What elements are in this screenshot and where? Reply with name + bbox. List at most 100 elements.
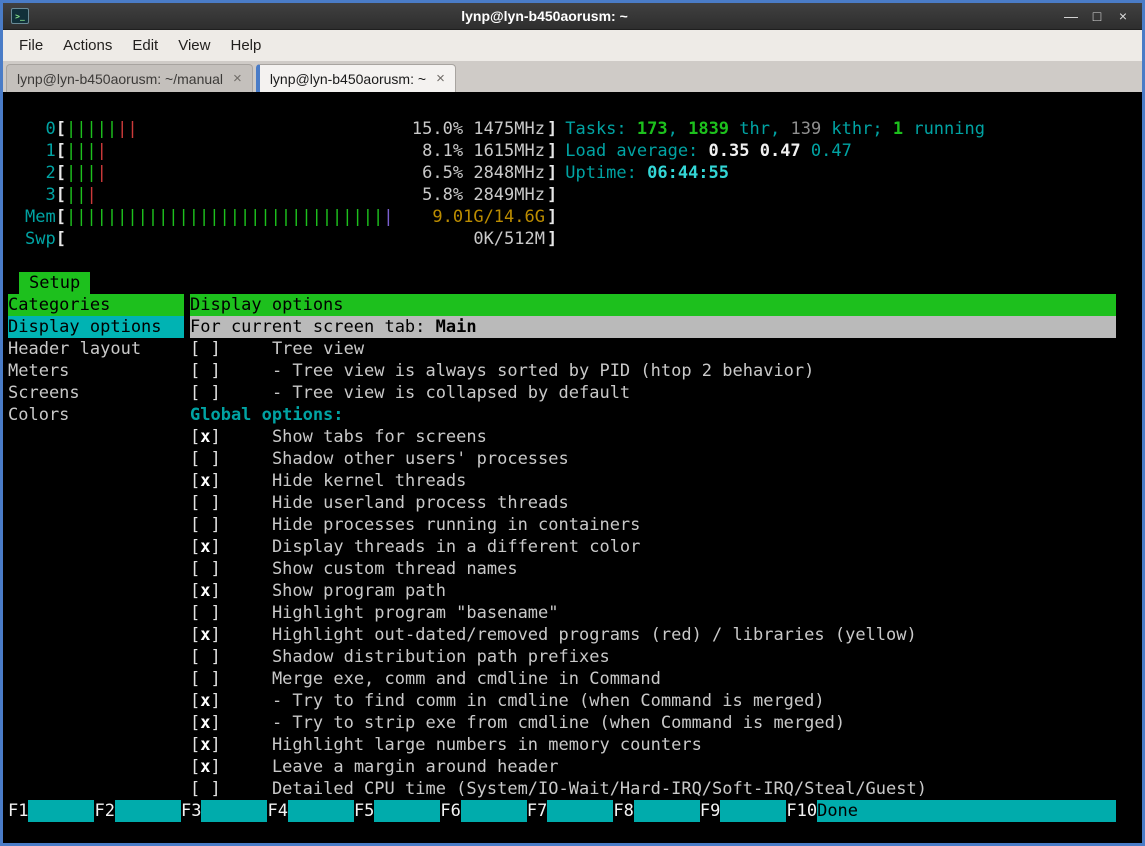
option-hide-userland-process-threads[interactable]: [ ] Hide userland process threads: [190, 492, 1116, 514]
option-try-to-strip-exe-from-cmdline-when-command-is-merged[interactable]: [x] - Try to strip exe from cmdline (whe…: [190, 712, 1116, 734]
fkey-f10[interactable]: F10Done: [786, 800, 1116, 822]
option-show-custom-thread-names[interactable]: [ ] Show custom thread names: [190, 558, 1116, 580]
meter-bar: ||||6.5% 2848MHz: [66, 162, 547, 184]
tab-lynp-lyn-b450aorusm[interactable]: lynp@lyn-b450aorusm: ~×: [256, 64, 456, 92]
option-display-threads-in-a-different-color[interactable]: [x] Display threads in a different color: [190, 536, 1116, 558]
terminal-screen[interactable]: 0[|||||||15.0% 1475MHz]1[||||8.1% 1615MH…: [3, 92, 1142, 843]
fkey-action-label: Done: [817, 800, 1116, 822]
option-tree-view-is-collapsed-by-default[interactable]: [ ] - Tree view is collapsed by default: [190, 382, 1116, 404]
checkbox-checked[interactable]: [x]: [190, 581, 221, 601]
category-colors[interactable]: Colors: [8, 404, 184, 426]
meter-bar-segments: |||: [66, 184, 97, 206]
checkbox-checked[interactable]: [x]: [190, 757, 221, 777]
meter-bar-segments: |||||||: [66, 118, 138, 140]
checkbox-unchecked[interactable]: [ ]: [190, 779, 221, 799]
category-meters[interactable]: Meters: [8, 360, 184, 382]
fkey-f3[interactable]: F3: [181, 800, 267, 822]
checkbox-mark: [200, 559, 210, 579]
option-highlight-large-numbers-in-memory-counters[interactable]: [x] Highlight large numbers in memory co…: [190, 734, 1116, 756]
checkbox-mark: [200, 669, 210, 689]
option-tree-view[interactable]: [ ] Tree view: [190, 338, 1116, 360]
option-label: Display threads in a different color: [272, 537, 640, 557]
terminal-window: >_ lynp@lyn-b450aorusm: ~ — □ × FileActi…: [0, 0, 1145, 846]
meter-label: Swp: [25, 228, 56, 250]
checkbox-unchecked[interactable]: [ ]: [190, 361, 221, 381]
menu-help[interactable]: Help: [220, 32, 271, 59]
fkey-f4[interactable]: F4: [267, 800, 353, 822]
option-merge-exe-comm-and-cmdline-in-command[interactable]: [ ] Merge exe, comm and cmdline in Comma…: [190, 668, 1116, 690]
fkey-f6[interactable]: F6: [440, 800, 526, 822]
option-show-program-path[interactable]: [x] Show program path: [190, 580, 1116, 602]
checkbox-unchecked[interactable]: [ ]: [190, 669, 221, 689]
close-button[interactable]: ×: [1112, 5, 1134, 27]
menu-file[interactable]: File: [9, 32, 53, 59]
tab-close-icon[interactable]: ×: [233, 71, 242, 86]
terminal-icon: >_: [11, 8, 29, 24]
tab-title: lynp@lyn-b450aorusm: ~/manual: [17, 71, 223, 87]
option-label: Show custom thread names: [272, 559, 518, 579]
meter-close-bracket: ]: [547, 141, 557, 161]
menu-actions[interactable]: Actions: [53, 32, 122, 59]
fkey-f9[interactable]: F9: [700, 800, 786, 822]
tab-lynp-lyn-b450aorusm-manual[interactable]: lynp@lyn-b450aorusm: ~/manual ×: [6, 64, 253, 92]
checkbox-checked[interactable]: [x]: [190, 427, 221, 447]
options-header: Display options: [190, 294, 1116, 316]
option-hide-processes-running-in-containers[interactable]: [ ] Hide processes running in containers: [190, 514, 1116, 536]
fkey-f1[interactable]: F1: [8, 800, 94, 822]
fkey-f2[interactable]: F2: [94, 800, 180, 822]
checkbox-unchecked[interactable]: [ ]: [190, 603, 221, 623]
option-tree-view-is-always-sorted-by-pid-htop-2-behavior[interactable]: [ ] - Tree view is always sorted by PID …: [190, 360, 1116, 382]
category-display-options[interactable]: Display options: [8, 316, 184, 338]
option-detailed-cpu-time-system-io-wait-hard-irq-soft-irq-steal-guest[interactable]: [ ] Detailed CPU time (System/IO-Wait/Ha…: [190, 778, 1116, 800]
checkbox-unchecked[interactable]: [ ]: [190, 449, 221, 469]
meter-close-bracket: ]: [547, 229, 557, 249]
checkbox-unchecked[interactable]: [ ]: [190, 647, 221, 667]
option-leave-a-margin-around-header[interactable]: [x] Leave a margin around header: [190, 756, 1116, 778]
tab-close-icon[interactable]: ×: [436, 71, 445, 86]
minimize-button[interactable]: —: [1060, 5, 1082, 27]
checkbox-mark: x: [200, 537, 210, 557]
checkbox-mark: x: [200, 625, 210, 645]
checkbox-checked[interactable]: [x]: [190, 625, 221, 645]
checkbox-unchecked[interactable]: [ ]: [190, 559, 221, 579]
checkbox-mark: x: [200, 581, 210, 601]
menu-edit[interactable]: Edit: [122, 32, 168, 59]
option-shadow-other-users-processes[interactable]: [ ] Shadow other users' processes: [190, 448, 1116, 470]
maximize-button[interactable]: □: [1086, 5, 1108, 27]
fkey-f7[interactable]: F7: [527, 800, 613, 822]
checkbox-checked[interactable]: [x]: [190, 713, 221, 733]
menu-view[interactable]: View: [168, 32, 220, 59]
fkey-f5[interactable]: F5: [354, 800, 440, 822]
checkbox-checked[interactable]: [x]: [190, 735, 221, 755]
menubar: FileActionsEditViewHelp: [3, 30, 1142, 61]
option-highlight-out-dated-removed-programs-red-libraries-yellow[interactable]: [x] Highlight out-dated/removed programs…: [190, 624, 1116, 646]
checkbox-checked[interactable]: [x]: [190, 471, 221, 491]
setup-panels: CategoriesDisplay optionsHeader layoutMe…: [8, 294, 1116, 800]
option-show-tabs-for-screens[interactable]: [x] Show tabs for screens: [190, 426, 1116, 448]
meter-label: 0: [25, 118, 56, 140]
checkbox-unchecked[interactable]: [ ]: [190, 339, 221, 359]
option-hide-kernel-threads[interactable]: [x] Hide kernel threads: [190, 470, 1116, 492]
meter-open-bracket: [: [56, 185, 66, 205]
checkbox-unchecked[interactable]: [ ]: [190, 493, 221, 513]
option-label: - Try to find comm in cmdline (when Comm…: [272, 691, 825, 711]
option-try-to-find-comm-in-cmdline-when-command-is-merged[interactable]: [x] - Try to find comm in cmdline (when …: [190, 690, 1116, 712]
load-average: Load average: 0.35 0.47 0.47: [565, 140, 985, 162]
fkey-f8[interactable]: F8: [613, 800, 699, 822]
checkbox-unchecked[interactable]: [ ]: [190, 515, 221, 535]
checkbox-checked[interactable]: [x]: [190, 537, 221, 557]
setup-tab-label: Setup: [19, 272, 90, 294]
category-screens[interactable]: Screens: [8, 382, 184, 404]
titlebar[interactable]: >_ lynp@lyn-b450aorusm: ~ — □ ×: [3, 3, 1142, 30]
fkey-number: F6: [440, 800, 460, 822]
checkbox-checked[interactable]: [x]: [190, 691, 221, 711]
option-shadow-distribution-path-prefixes[interactable]: [ ] Shadow distribution path prefixes: [190, 646, 1116, 668]
option-label: Detailed CPU time (System/IO-Wait/Hard-I…: [272, 779, 927, 799]
window-title: lynp@lyn-b450aorusm: ~: [36, 8, 1053, 24]
category-header-layout[interactable]: Header layout: [8, 338, 184, 360]
checkbox-mark: x: [200, 427, 210, 447]
option-highlight-program-basename[interactable]: [ ] Highlight program "basename": [190, 602, 1116, 624]
checkbox-unchecked[interactable]: [ ]: [190, 383, 221, 403]
checkbox-mark: [200, 449, 210, 469]
fkey-number: F5: [354, 800, 374, 822]
